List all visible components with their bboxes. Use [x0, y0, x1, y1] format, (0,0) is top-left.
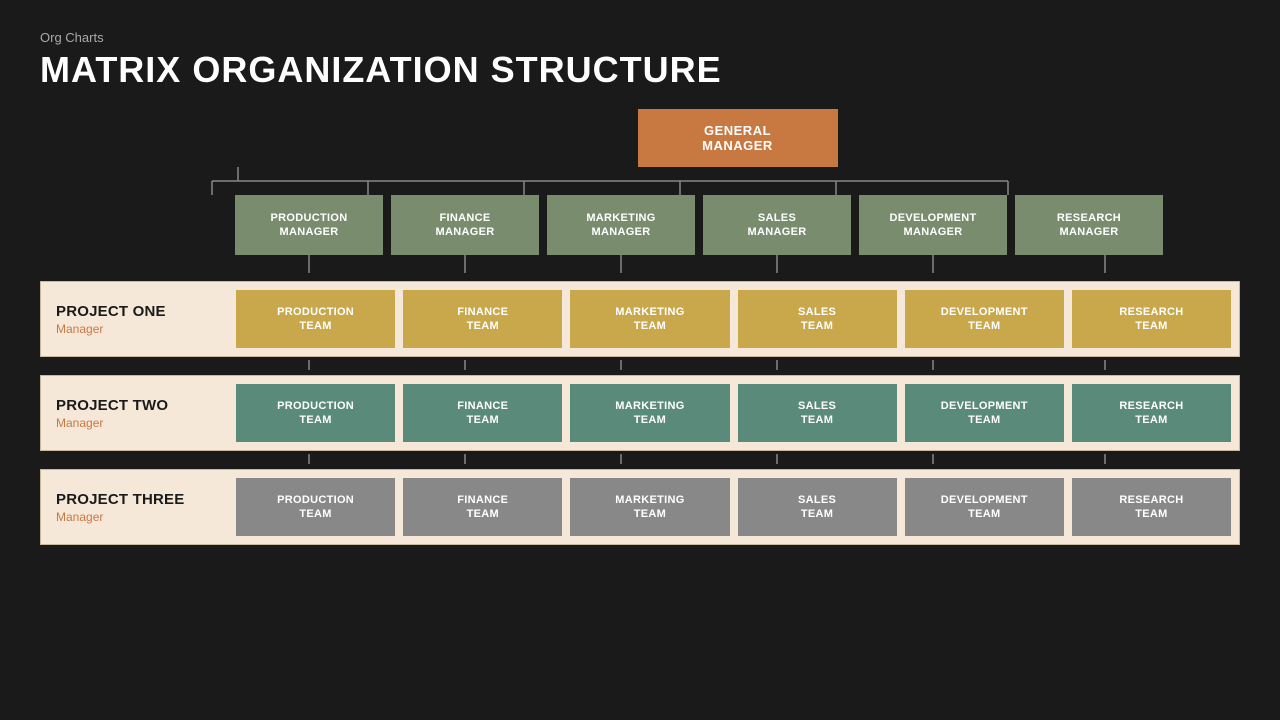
team-box: FINANCETEAM — [403, 290, 562, 348]
row-connectors-2 — [235, 454, 1045, 464]
team-box: PRODUCTIONTEAM — [236, 290, 395, 348]
general-manager-box: GENERAL MANAGER — [638, 109, 838, 167]
project-two-label: PROJECT TWO Manager — [41, 376, 236, 450]
project-two-teams: PRODUCTIONTEAM FINANCETEAM MARKETINGTEAM… — [236, 376, 1239, 450]
page-title: MATRIX ORGANIZATION STRUCTURE — [40, 49, 1240, 91]
managers-row: PRODUCTIONMANAGER FINANCEMANAGER MARKETI… — [40, 195, 1240, 255]
project-two-name: PROJECT TWO — [56, 397, 221, 414]
gm-label: GENERAL MANAGER — [668, 123, 808, 153]
subtitle: Org Charts — [40, 30, 1240, 45]
team-box: DEVELOPMENTTEAM — [905, 384, 1064, 442]
projects-container: PROJECT ONE Manager PRODUCTIONTEAM FINAN… — [40, 273, 1240, 545]
project-three-teams: PRODUCTIONTEAM FINANCETEAM MARKETINGTEAM… — [236, 470, 1239, 544]
project-row-one: PROJECT ONE Manager PRODUCTIONTEAM FINAN… — [40, 281, 1240, 357]
project-one-name: PROJECT ONE — [56, 303, 221, 320]
team-box: PRODUCTIONTEAM — [236, 384, 395, 442]
team-box: FINANCETEAM — [403, 384, 562, 442]
top-connectors-svg — [138, 167, 1143, 195]
project-three-name: PROJECT THREE — [56, 491, 221, 508]
team-box: DEVELOPMENTTEAM — [905, 290, 1064, 348]
team-box: RESEARCHTEAM — [1072, 290, 1231, 348]
page: Org Charts MATRIX ORGANIZATION STRUCTURE… — [0, 0, 1280, 720]
project-one-label: PROJECT ONE Manager — [41, 282, 236, 356]
team-box: SALESTEAM — [738, 384, 897, 442]
manager-sales: SALESMANAGER — [703, 195, 851, 255]
manager-marketing: MARKETINGMANAGER — [547, 195, 695, 255]
team-box: RESEARCHTEAM — [1072, 478, 1231, 536]
project-row-three: PROJECT THREE Manager PRODUCTIONTEAM FIN… — [40, 469, 1240, 545]
manager-connectors-svg — [235, 255, 1045, 273]
manager-development: DEVELOPMENTMANAGER — [859, 195, 1007, 255]
project-one-manager: Manager — [56, 322, 221, 336]
project-three-manager: Manager — [56, 510, 221, 524]
team-box: DEVELOPMENTTEAM — [905, 478, 1064, 536]
project-one-teams: PRODUCTIONTEAM FINANCETEAM MARKETINGTEAM… — [236, 282, 1239, 356]
project-three-label: PROJECT THREE Manager — [41, 470, 236, 544]
row-connectors-1 — [235, 360, 1045, 370]
team-box: MARKETINGTEAM — [570, 290, 729, 348]
project-row-two: PROJECT TWO Manager PRODUCTIONTEAM FINAN… — [40, 375, 1240, 451]
team-box: SALESTEAM — [738, 478, 897, 536]
team-box: RESEARCHTEAM — [1072, 384, 1231, 442]
manager-finance: FINANCEMANAGER — [391, 195, 539, 255]
team-box: PRODUCTIONTEAM — [236, 478, 395, 536]
team-box: MARKETINGTEAM — [570, 384, 729, 442]
project-two-manager: Manager — [56, 416, 221, 430]
team-box: MARKETINGTEAM — [570, 478, 729, 536]
team-box: FINANCETEAM — [403, 478, 562, 536]
manager-research: RESEARCHMANAGER — [1015, 195, 1163, 255]
chart-area: GENERAL MANAGER PRODUCTIONMANAGER FI — [40, 109, 1240, 700]
manager-production: PRODUCTIONMANAGER — [235, 195, 383, 255]
team-box: SALESTEAM — [738, 290, 897, 348]
